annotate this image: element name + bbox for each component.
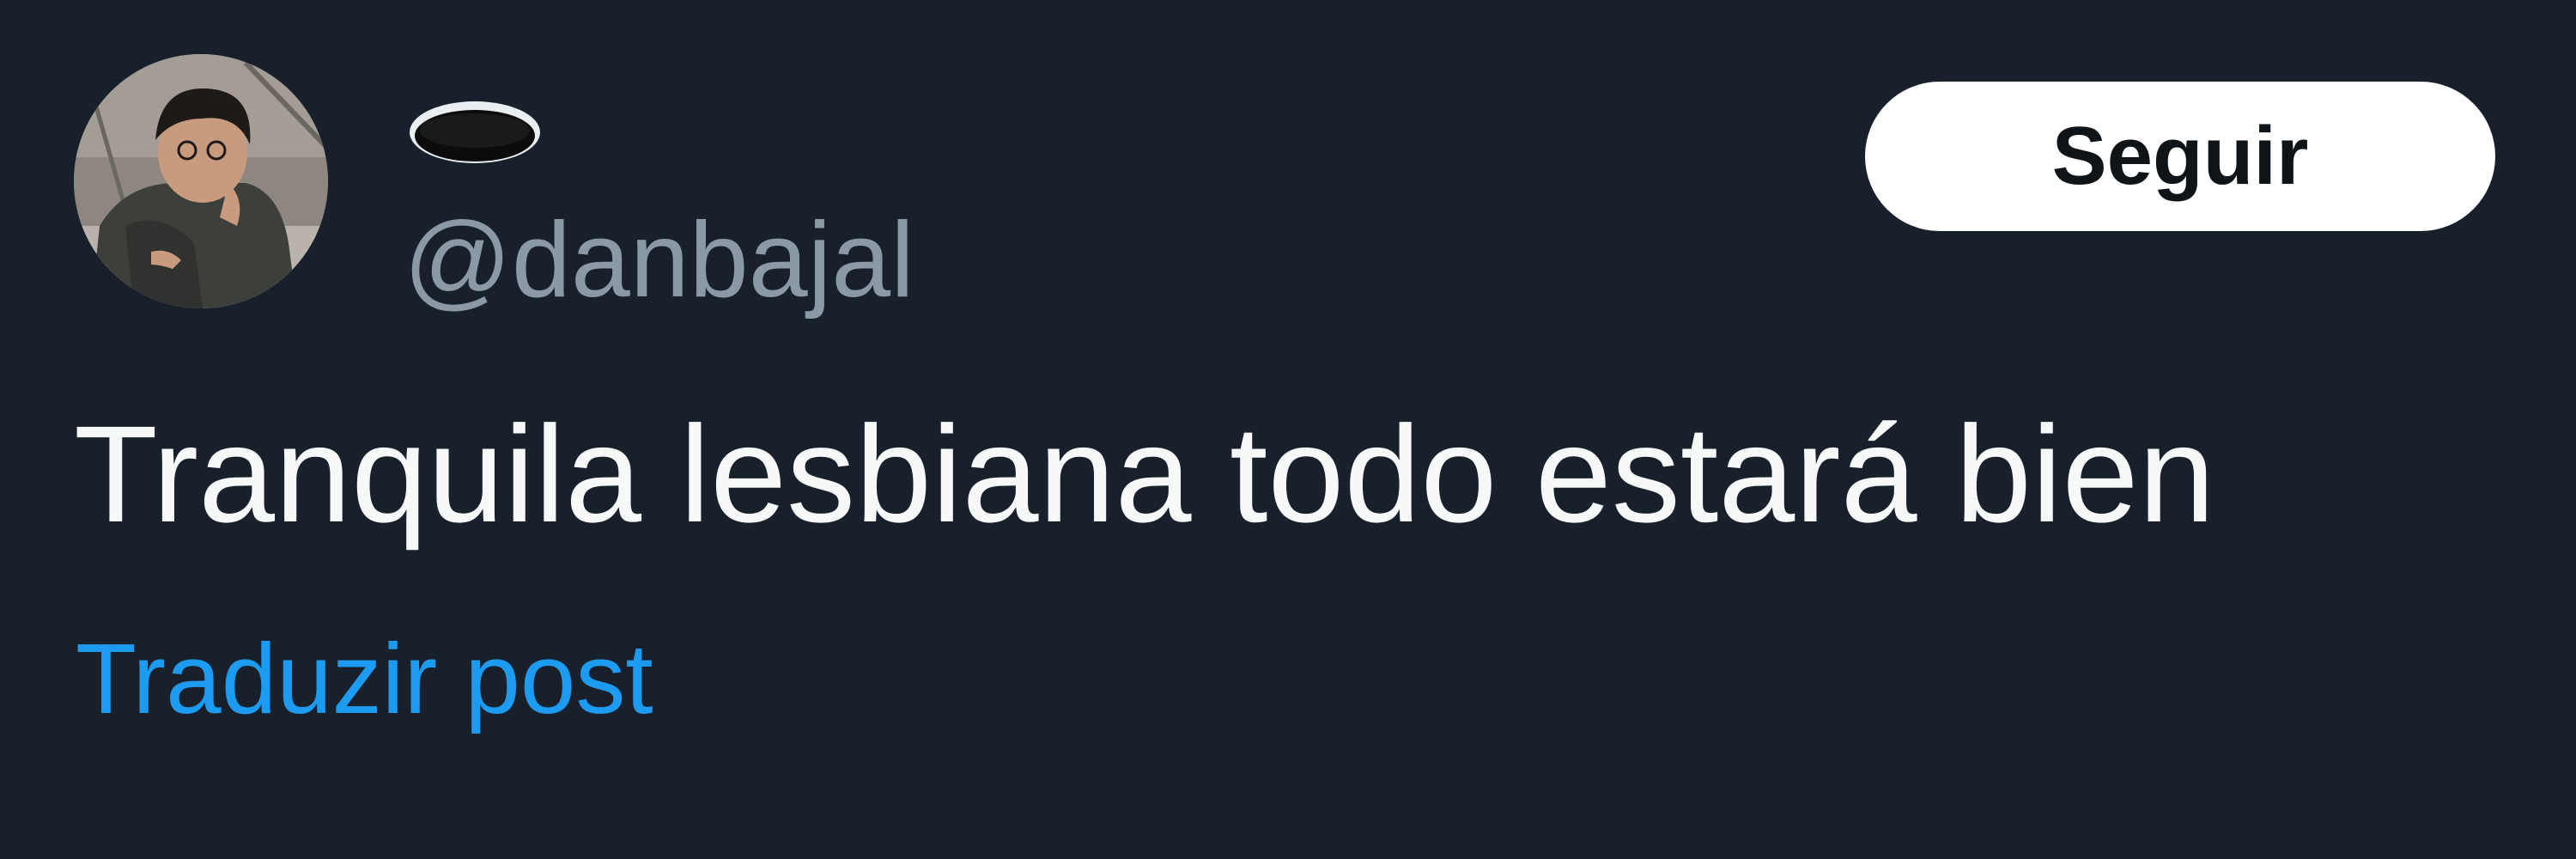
display-name-hole-emoji[interactable]: [406, 93, 544, 172]
post-text: Tranquila lesbiana todo estará bien: [74, 397, 2215, 551]
avatar[interactable]: [74, 54, 328, 308]
author-handle[interactable]: @danbajal: [404, 196, 914, 325]
avatar-photo: [74, 54, 328, 308]
translate-post-link[interactable]: Traduzir post: [76, 618, 653, 739]
hole-emoji-icon: [410, 101, 540, 163]
follow-button[interactable]: Seguir: [1865, 82, 2495, 231]
